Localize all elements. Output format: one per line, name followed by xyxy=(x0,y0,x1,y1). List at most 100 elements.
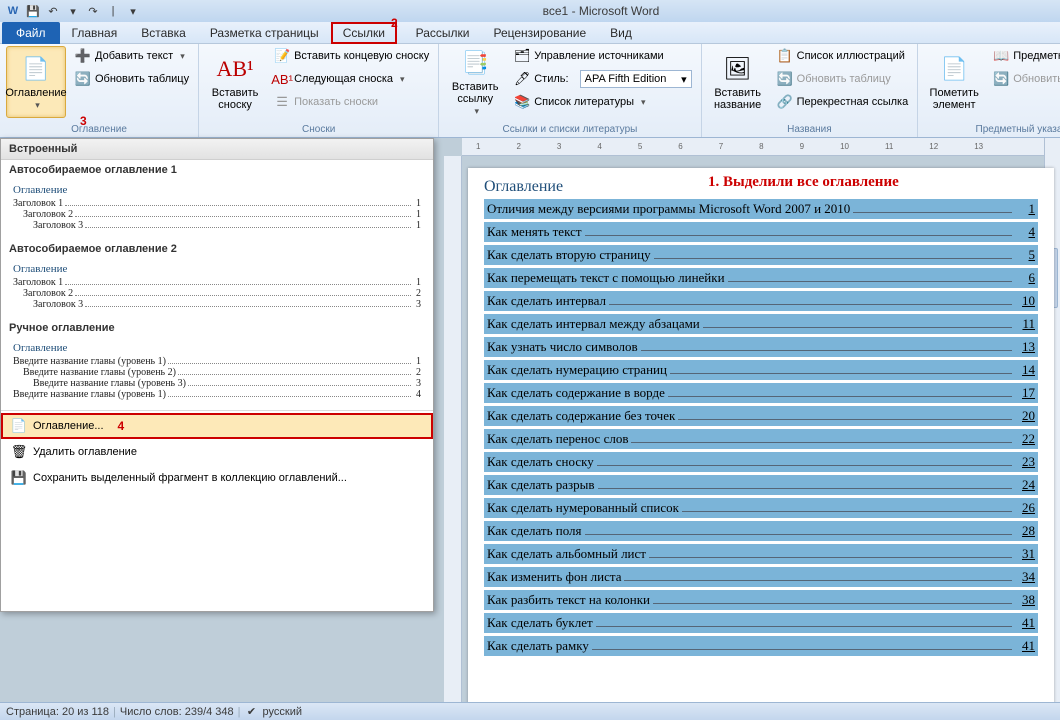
update-index-button[interactable]: 🔄Обновить указатель xyxy=(990,69,1060,89)
add-text-icon: ➕ xyxy=(75,48,91,64)
toc-entry[interactable]: Как сделать содержание без точек20 xyxy=(484,406,1038,426)
insert-caption-button[interactable]: 🖼 Вставить название xyxy=(708,46,768,118)
style-select[interactable]: 🖊Стиль: APA Fifth Edition▾ xyxy=(511,69,694,89)
group-toc-title: Оглавление xyxy=(6,122,192,137)
toc-entry[interactable]: Как перемещать текст с помощью линейки6 xyxy=(484,268,1038,288)
qat-down-1[interactable]: ▾ xyxy=(64,2,82,20)
status-bar: Страница: 20 из 118 | Число слов: 239/4 … xyxy=(0,702,1060,720)
manage-sources-button[interactable]: 🗂Управление источниками xyxy=(511,46,694,66)
undo-button[interactable]: ↶ xyxy=(44,2,62,20)
ribbon-tabs: Файл Главная Вставка Разметка страницы С… xyxy=(0,22,1060,44)
title-bar: W 💾 ↶ ▾ ↷ | ▾ все1 - Microsoft Word xyxy=(0,0,1060,22)
toc-entry[interactable]: Как сделать рамку41 xyxy=(484,636,1038,656)
biblio-icon: 📚 xyxy=(514,94,530,110)
callout-2: 2 xyxy=(391,16,398,30)
auto-toc-1-label[interactable]: Автособираемое оглавление 1 xyxy=(1,160,433,180)
manual-toc-preview[interactable]: Оглавление Введите название главы (урове… xyxy=(1,338,433,408)
toc-entry[interactable]: Как узнать число символов13 xyxy=(484,337,1038,357)
tab-home[interactable]: Главная xyxy=(60,22,130,44)
cross-ref-button[interactable]: 🔗Перекрестная ссылка xyxy=(774,92,912,112)
mark-entry-icon: 📄 xyxy=(938,53,970,85)
toc-entry[interactable]: Как сделать буклет41 xyxy=(484,613,1038,633)
toc-entry[interactable]: Как разбить текст на колонки38 xyxy=(484,590,1038,610)
page-heading: Оглавление xyxy=(484,178,563,195)
next-footnote-button[interactable]: AВ¹Следующая сноска xyxy=(271,69,432,89)
show-footnotes-button[interactable]: ☰Показать сноски xyxy=(271,92,432,112)
remove-toc-icon: 🗑 xyxy=(11,444,27,460)
auto-toc-2-preview[interactable]: Оглавление Заголовок 11 Заголовок 22 Заг… xyxy=(1,259,433,318)
tab-review[interactable]: Рецензирование xyxy=(481,22,598,44)
redo-button[interactable]: ↷ xyxy=(84,2,102,20)
update-captions-button[interactable]: 🔄Обновить таблицу xyxy=(774,69,912,89)
horizontal-ruler[interactable]: 12345678910111213 xyxy=(462,138,1060,156)
annotation-1: 1. Выделили все оглавление xyxy=(708,174,899,191)
toc-entry[interactable]: Как сделать вторую страницу5 xyxy=(484,245,1038,265)
toc-entry[interactable]: Как сделать интервал10 xyxy=(484,291,1038,311)
insert-toc-item[interactable]: 📄 Оглавление... 4 xyxy=(1,413,433,439)
toc-entry[interactable]: Как изменить фон листа34 xyxy=(484,567,1038,587)
toc-entry[interactable]: Как сделать разрыв24 xyxy=(484,475,1038,495)
save-selection-item[interactable]: 💾 Сохранить выделенный фрагмент в коллек… xyxy=(1,465,433,491)
illus-icon: 📋 xyxy=(777,48,793,64)
auto-toc-2-label[interactable]: Автособираемое оглавление 2 xyxy=(1,239,433,259)
manual-toc-label[interactable]: Ручное оглавление xyxy=(1,318,433,338)
callout-3: 3 xyxy=(80,114,87,128)
tab-insert[interactable]: Вставка xyxy=(129,22,198,44)
toc-entry[interactable]: Как сделать перенос слов22 xyxy=(484,429,1038,449)
add-text-button[interactable]: ➕Добавить текст xyxy=(72,46,192,66)
group-index: 📄 Пометить элемент 📖Предметный указатель… xyxy=(918,44,1060,137)
tab-layout[interactable]: Разметка страницы xyxy=(198,22,331,44)
status-words[interactable]: Число слов: 239/4 348 xyxy=(120,706,234,718)
save-button[interactable]: 💾 xyxy=(24,2,42,20)
vertical-ruler[interactable] xyxy=(444,156,462,702)
tab-view[interactable]: Вид xyxy=(598,22,644,44)
group-captions: 🖼 Вставить название 📋Список иллюстраций … xyxy=(702,44,919,137)
update-index-icon: 🔄 xyxy=(993,71,1009,87)
toc-entry[interactable]: Как сделать содержание в ворде17 xyxy=(484,383,1038,403)
toc-entry[interactable]: Как сделать поля28 xyxy=(484,521,1038,541)
group-cite-title: Ссылки и списки литературы xyxy=(445,122,694,137)
toc-button[interactable]: 📄 Оглавление xyxy=(6,46,66,118)
citation-icon: 📑 xyxy=(459,47,491,79)
toc-entry[interactable]: Как сделать альбомный лист31 xyxy=(484,544,1038,564)
status-language[interactable]: русский xyxy=(263,706,302,718)
spellcheck-icon[interactable]: ✔ xyxy=(245,705,259,719)
subject-index-button[interactable]: 📖Предметный указатель xyxy=(990,46,1060,66)
toc-entry[interactable]: Как менять текст4 xyxy=(484,222,1038,242)
manage-icon: 🗂 xyxy=(514,48,530,64)
callout-4: 4 xyxy=(118,419,125,433)
dropdown-header: Встроенный xyxy=(1,139,433,160)
window-title: все1 - Microsoft Word xyxy=(142,4,1060,18)
insert-endnote-button[interactable]: 📝Вставить концевую сноску xyxy=(271,46,432,66)
update-table-button[interactable]: 🔄Обновить таблицу xyxy=(72,69,192,89)
bibliography-button[interactable]: 📚Список литературы xyxy=(511,92,694,112)
style-dropdown[interactable]: APA Fifth Edition▾ xyxy=(580,70,692,88)
endnote-icon: 📝 xyxy=(274,48,290,64)
mark-entry-button[interactable]: 📄 Пометить элемент xyxy=(924,46,984,118)
insert-footnote-button[interactable]: АВ¹ Вставить сноску xyxy=(205,46,265,118)
footnote-icon: АВ¹ xyxy=(219,53,251,85)
status-page[interactable]: Страница: 20 из 118 xyxy=(6,706,109,718)
update-cap-icon: 🔄 xyxy=(777,71,793,87)
toc-entry[interactable]: Как сделать интервал между абзацами11 xyxy=(484,314,1038,334)
group-footnote-title: Сноски xyxy=(205,122,432,137)
save-sel-icon: 💾 xyxy=(11,470,27,486)
file-tab[interactable]: Файл xyxy=(2,22,60,44)
toc-entry[interactable]: Как сделать сноску23 xyxy=(484,452,1038,472)
tab-mailings[interactable]: Рассылки xyxy=(404,22,482,44)
show-notes-icon: ☰ xyxy=(274,94,290,110)
list-illustrations-button[interactable]: 📋Список иллюстраций xyxy=(774,46,912,66)
remove-toc-item[interactable]: 🗑 Удалить оглавление xyxy=(1,439,433,465)
qat-customize[interactable]: ▾ xyxy=(124,2,142,20)
toc-entry[interactable]: Отличия между версиями программы Microso… xyxy=(484,199,1038,219)
document-area: 12345678910111213 Оглавление 1. Выделили… xyxy=(434,138,1060,702)
document-page[interactable]: Оглавление 1. Выделили все оглавление От… xyxy=(468,168,1054,702)
tab-references[interactable]: Ссылки xyxy=(331,22,397,44)
toc-icon: 📄 xyxy=(20,53,52,85)
insert-citation-button[interactable]: 📑 Вставить ссылку xyxy=(445,46,505,118)
toc-entry[interactable]: Как сделать нумерованный список26 xyxy=(484,498,1038,518)
quick-access-toolbar: W 💾 ↶ ▾ ↷ | ▾ xyxy=(0,2,142,20)
toc-entry[interactable]: Как сделать нумерацию страниц14 xyxy=(484,360,1038,380)
auto-toc-1-preview[interactable]: Оглавление Заголовок 11 Заголовок 21 Заг… xyxy=(1,180,433,239)
group-index-title: Предметный указатель xyxy=(924,122,1060,137)
